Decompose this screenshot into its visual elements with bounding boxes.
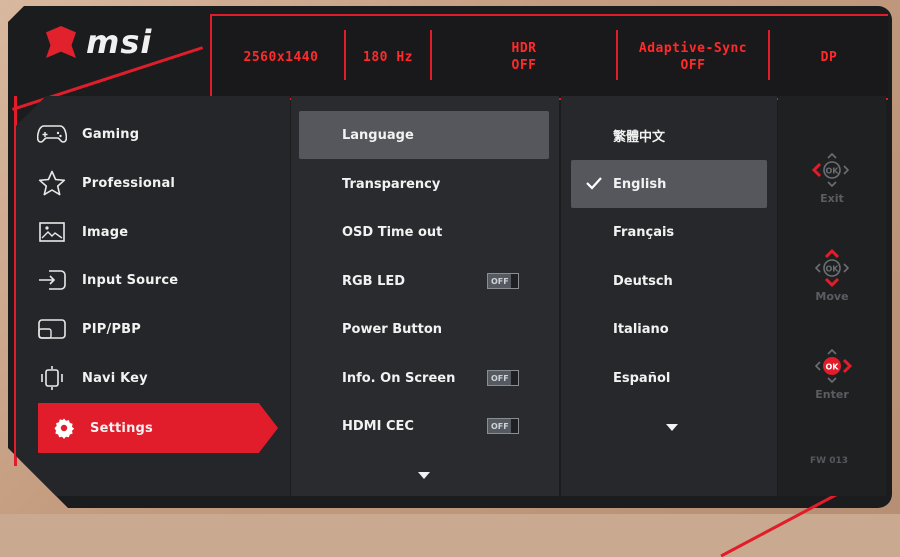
language-option-selected[interactable]: English <box>571 160 767 208</box>
setting-rgb-led[interactable]: RGB LED OFF <box>299 257 549 305</box>
toggle-state: OFF <box>488 371 511 385</box>
sync-label: Adaptive-Sync <box>638 41 748 56</box>
key-guide-panel: OK Exit OK Move OK Enter FW 013 <box>778 96 886 496</box>
language-label: Français <box>613 224 675 240</box>
setting-label: Transparency <box>342 176 441 192</box>
dragon-icon <box>46 26 76 58</box>
msi-logo: msi <box>46 22 152 62</box>
svg-text:OK: OK <box>826 265 840 274</box>
menu-item-image[interactable]: Image <box>22 209 274 255</box>
menu-item-label: Settings <box>90 420 153 436</box>
setting-label: OSD Time out <box>342 224 443 240</box>
status-resolution: 2560x1440 <box>226 16 336 98</box>
refresh-value: 180 Hz <box>363 49 413 65</box>
language-label: Español <box>613 370 671 386</box>
menu-item-gaming[interactable]: Gaming <box>22 111 274 157</box>
menu-item-label: Gaming <box>82 126 140 142</box>
setting-label: Language <box>342 127 414 143</box>
checkmark-icon <box>586 177 602 190</box>
input-value: DP <box>820 49 838 65</box>
language-option[interactable]: Español <box>571 354 767 402</box>
menu-item-label: Input Source <box>82 272 179 288</box>
toggle-state: OFF <box>488 419 511 433</box>
status-hdr: HDR OFF <box>432 16 616 98</box>
setting-info-on-screen[interactable]: Info. On Screen OFF <box>299 354 549 402</box>
key-label: Exit <box>820 192 844 205</box>
brand-text: msi <box>86 23 153 61</box>
menu-item-label: Professional <box>82 175 176 191</box>
image-icon <box>22 222 82 242</box>
menu-item-professional[interactable]: Professional <box>22 160 274 206</box>
setting-label: HDMI CEC <box>342 418 414 434</box>
language-label: Deutsch <box>613 273 673 289</box>
language-submenu-panel: 繁體中文 English Français Deutsch Italiano E… <box>561 96 777 496</box>
menu-item-label: Image <box>82 224 129 240</box>
setting-label: RGB LED <box>342 273 406 289</box>
pip-icon <box>22 319 82 339</box>
svg-text:OK: OK <box>826 363 840 372</box>
svg-text:OK: OK <box>826 167 840 176</box>
gear-icon <box>38 417 90 439</box>
sync-value: OFF <box>680 58 706 73</box>
language-label: 繁體中文 <box>613 129 666 145</box>
language-option[interactable]: 繁體中文 <box>571 111 767 159</box>
key-label: Move <box>815 290 849 303</box>
language-option[interactable]: Deutsch <box>571 257 767 305</box>
language-label: English <box>613 176 667 192</box>
hdr-value: OFF <box>511 58 537 73</box>
setting-language[interactable]: Language <box>299 111 549 159</box>
setting-transparency[interactable]: Transparency <box>299 160 549 208</box>
joystick-left-icon: OK <box>811 152 850 188</box>
settings-submenu-panel: Language Transparency OSD Time out RGB L… <box>291 96 559 496</box>
status-input: DP <box>770 16 888 98</box>
language-label: Italiano <box>613 321 669 337</box>
menu-item-input-source[interactable]: Input Source <box>22 257 274 303</box>
setting-hdmi-cec[interactable]: HDMI CEC OFF <box>299 402 549 450</box>
key-label: Enter <box>815 388 849 401</box>
language-option[interactable]: Italiano <box>571 305 767 353</box>
menu-item-label: Navi Key <box>82 370 148 386</box>
menu-item-settings[interactable]: Settings <box>38 403 278 453</box>
key-move: OK Move <box>778 248 886 303</box>
menu-item-pip-pbp[interactable]: PIP/PBP <box>22 306 274 352</box>
setting-osd-time-out[interactable]: OSD Time out <box>299 208 549 256</box>
setting-label: Power Button <box>342 321 443 337</box>
scroll-down-icon[interactable] <box>666 424 678 431</box>
firmware-version: FW 013 <box>810 456 848 466</box>
hdmi-cec-toggle[interactable]: OFF <box>487 418 519 434</box>
info-on-screen-toggle[interactable]: OFF <box>487 370 519 386</box>
setting-power-button[interactable]: Power Button <box>299 305 549 353</box>
status-refresh: 180 Hz <box>346 16 430 98</box>
status-adaptive-sync: Adaptive-Sync OFF <box>618 16 768 98</box>
gamepad-icon <box>22 123 82 145</box>
rgb-led-toggle[interactable]: OFF <box>487 273 519 289</box>
toggle-state: OFF <box>488 274 511 288</box>
navi-key-icon <box>22 365 82 391</box>
menu-item-label: PIP/PBP <box>82 321 142 337</box>
input-source-icon <box>22 270 82 290</box>
joystick-updown-icon: OK <box>814 248 850 288</box>
resolution-value: 2560x1440 <box>243 49 319 65</box>
status-bar: 2560x1440 180 Hz HDR OFF Adaptive-Sync O… <box>210 14 888 100</box>
menu-item-navi-key[interactable]: Navi Key <box>22 355 274 401</box>
joystick-enter-icon: OK <box>814 348 853 384</box>
hdr-label: HDR <box>511 41 537 56</box>
star-icon <box>22 170 82 196</box>
key-exit: OK Exit <box>778 150 886 205</box>
language-option[interactable]: Français <box>571 208 767 256</box>
key-enter: OK Enter <box>778 346 886 401</box>
setting-label: Info. On Screen <box>342 370 456 386</box>
scroll-down-icon[interactable] <box>418 472 430 479</box>
